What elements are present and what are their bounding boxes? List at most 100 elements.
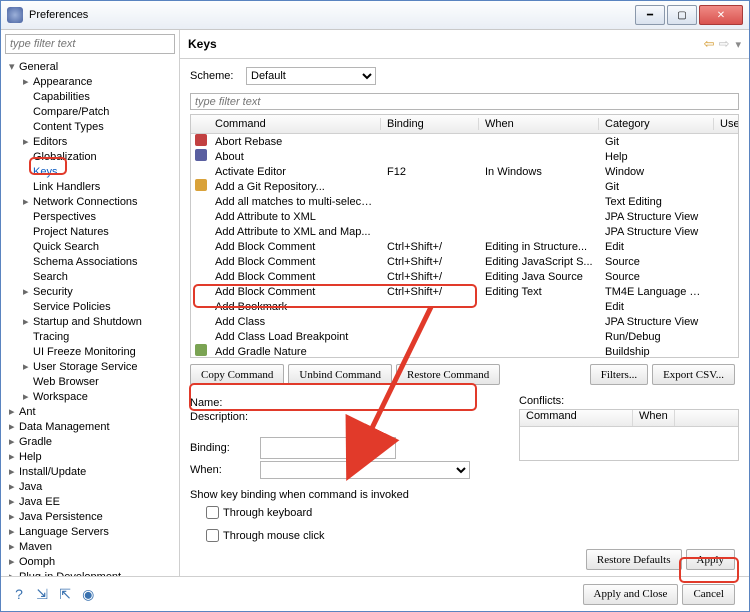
tree-item[interactable]: ▸Java Persistence <box>5 510 179 525</box>
col-user[interactable]: User <box>714 118 739 130</box>
conflicts-col-when: When <box>633 410 675 426</box>
binding-label: Binding: <box>190 442 260 454</box>
export-icon[interactable]: ⇱ <box>57 586 73 602</box>
tree-item[interactable]: Tracing <box>5 330 179 345</box>
table-row[interactable]: Add Block CommentCtrl+Shift+/Editing Jav… <box>191 269 738 284</box>
tree-item[interactable]: ▸Maven <box>5 540 179 555</box>
table-row[interactable]: Add Block CommentCtrl+Shift+/Editing in … <box>191 239 738 254</box>
tree-item[interactable]: Schema Associations <box>5 255 179 270</box>
table-row[interactable]: Add Gradle NatureBuildship <box>191 344 738 357</box>
copy-command-button[interactable]: Copy Command <box>190 364 284 385</box>
table-row[interactable]: Activate EditorF12In WindowsWindow <box>191 164 738 179</box>
through-mouse-checkbox[interactable]: Through mouse click <box>202 526 739 545</box>
table-row[interactable]: Add ClassJPA Structure View <box>191 314 738 329</box>
table-row[interactable]: Add Class Load BreakpointRun/Debug <box>191 329 738 344</box>
table-row[interactable]: Add Block CommentCtrl+Shift+/Editing Tex… <box>191 284 738 299</box>
tree-item[interactable]: Capabilities <box>5 90 179 105</box>
tree-item[interactable]: ▸Data Management <box>5 420 179 435</box>
tree-item[interactable]: ▸Ant <box>5 405 179 420</box>
tree-item[interactable]: ▸Gradle <box>5 435 179 450</box>
close-button[interactable]: ✕ <box>699 5 743 25</box>
menu-icon[interactable]: ▾ <box>735 38 741 51</box>
restore-command-button[interactable]: Restore Command <box>396 364 500 385</box>
conflicts-table: Command When <box>519 409 739 461</box>
col-binding[interactable]: Binding <box>381 118 479 130</box>
name-label: Name: <box>190 397 260 409</box>
tree-item[interactable]: Web Browser <box>5 375 179 390</box>
tree-item[interactable]: Compare/Patch <box>5 105 179 120</box>
tree-item[interactable]: ▸Java <box>5 480 179 495</box>
maximize-button[interactable]: ▢ <box>667 5 697 25</box>
col-command[interactable]: Command <box>209 118 381 130</box>
commands-table[interactable]: Command Binding When Category User Abort… <box>190 114 739 358</box>
scheme-label: Scheme: <box>190 70 246 82</box>
nav-tree[interactable]: ▾General▸AppearanceCapabilitiesCompare/P… <box>1 58 179 576</box>
export-csv-button[interactable]: Export CSV... <box>652 364 735 385</box>
import-icon[interactable]: ⇲ <box>34 586 50 602</box>
tree-item[interactable]: ▸Network Connections <box>5 195 179 210</box>
tree-item[interactable]: Globalization <box>5 150 179 165</box>
tree-item[interactable]: ▸Workspace <box>5 390 179 405</box>
bottom-bar: ? ⇲ ⇱ ◉ Apply and Close Cancel <box>1 576 749 611</box>
col-category[interactable]: Category <box>599 118 714 130</box>
table-row[interactable]: Add Block CommentCtrl+Shift+/Editing Jav… <box>191 254 738 269</box>
table-row[interactable]: Abort RebaseGit <box>191 134 738 149</box>
nav-filter-input[interactable] <box>5 34 175 54</box>
conflicts-label: Conflicts: <box>519 395 739 407</box>
restore-defaults-button[interactable]: Restore Defaults <box>586 549 682 570</box>
table-row[interactable]: AboutHelp <box>191 149 738 164</box>
through-keyboard-checkbox[interactable]: Through keyboard <box>202 503 739 522</box>
command-filter-input[interactable] <box>190 93 739 110</box>
forward-icon: ⇨ <box>719 36 730 52</box>
tree-item[interactable]: ▸Java EE <box>5 495 179 510</box>
tree-item[interactable]: Search <box>5 270 179 285</box>
table-row[interactable]: Add Attribute to XML and Map...JPA Struc… <box>191 224 738 239</box>
table-row[interactable]: Add all matches to multi-selectionText E… <box>191 194 738 209</box>
oomph-icon[interactable]: ◉ <box>80 586 96 602</box>
titlebar[interactable]: Preferences ━ ▢ ✕ <box>1 1 749 30</box>
tree-item[interactable]: Project Natures <box>5 225 179 240</box>
cancel-button[interactable]: Cancel <box>682 584 735 605</box>
apply-and-close-button[interactable]: Apply and Close <box>583 584 679 605</box>
preferences-window: Preferences ━ ▢ ✕ ▾General▸AppearanceCap… <box>0 0 750 612</box>
tree-item[interactable]: ▸Startup and Shutdown <box>5 315 179 330</box>
table-row[interactable]: Add Attribute to XMLJPA Structure View <box>191 209 738 224</box>
table-row[interactable]: Add a Git Repository...Git <box>191 179 738 194</box>
tree-item[interactable]: ▸Language Servers <box>5 525 179 540</box>
tree-item[interactable]: ▸Install/Update <box>5 465 179 480</box>
window-title: Preferences <box>29 9 633 21</box>
tree-item[interactable]: ▸Oomph <box>5 555 179 570</box>
tree-item[interactable]: UI Freeze Monitoring <box>5 345 179 360</box>
scheme-select[interactable]: Default <box>246 67 376 85</box>
conflicts-col-command: Command <box>520 410 633 426</box>
page-panel: Keys ⇦ ⇨ ▾ Scheme: Default Command <box>180 30 749 576</box>
help-icon[interactable]: ? <box>11 586 27 602</box>
when-label: When: <box>190 464 260 476</box>
tree-item[interactable]: ▸Appearance <box>5 75 179 90</box>
tree-item[interactable]: Keys <box>5 165 179 180</box>
tree-item[interactable]: ▸Editors <box>5 135 179 150</box>
tree-item[interactable]: Perspectives <box>5 210 179 225</box>
nav-panel: ▾General▸AppearanceCapabilitiesCompare/P… <box>1 30 180 576</box>
table-row[interactable]: Add BookmarkEdit <box>191 299 738 314</box>
tree-item[interactable]: Link Handlers <box>5 180 179 195</box>
filters-button[interactable]: Filters... <box>590 364 648 385</box>
tree-item[interactable]: Service Policies <box>5 300 179 315</box>
show-binding-label: Show key binding when command is invoked <box>190 489 739 501</box>
tree-item[interactable]: ▸Help <box>5 450 179 465</box>
app-icon <box>7 7 23 23</box>
tree-item[interactable]: ▸User Storage Service <box>5 360 179 375</box>
unbind-command-button[interactable]: Unbind Command <box>288 364 392 385</box>
tree-item[interactable]: ▾General <box>5 60 179 75</box>
tree-item[interactable]: ▸Security <box>5 285 179 300</box>
apply-button[interactable]: Apply <box>686 549 736 570</box>
col-when[interactable]: When <box>479 118 599 130</box>
back-icon[interactable]: ⇦ <box>704 36 715 52</box>
tree-item[interactable]: Content Types <box>5 120 179 135</box>
description-label: Description: <box>190 411 260 423</box>
binding-input[interactable] <box>260 437 396 459</box>
when-select[interactable] <box>260 461 470 479</box>
minimize-button[interactable]: ━ <box>635 5 665 25</box>
tree-item[interactable]: Quick Search <box>5 240 179 255</box>
page-title: Keys <box>188 37 702 51</box>
